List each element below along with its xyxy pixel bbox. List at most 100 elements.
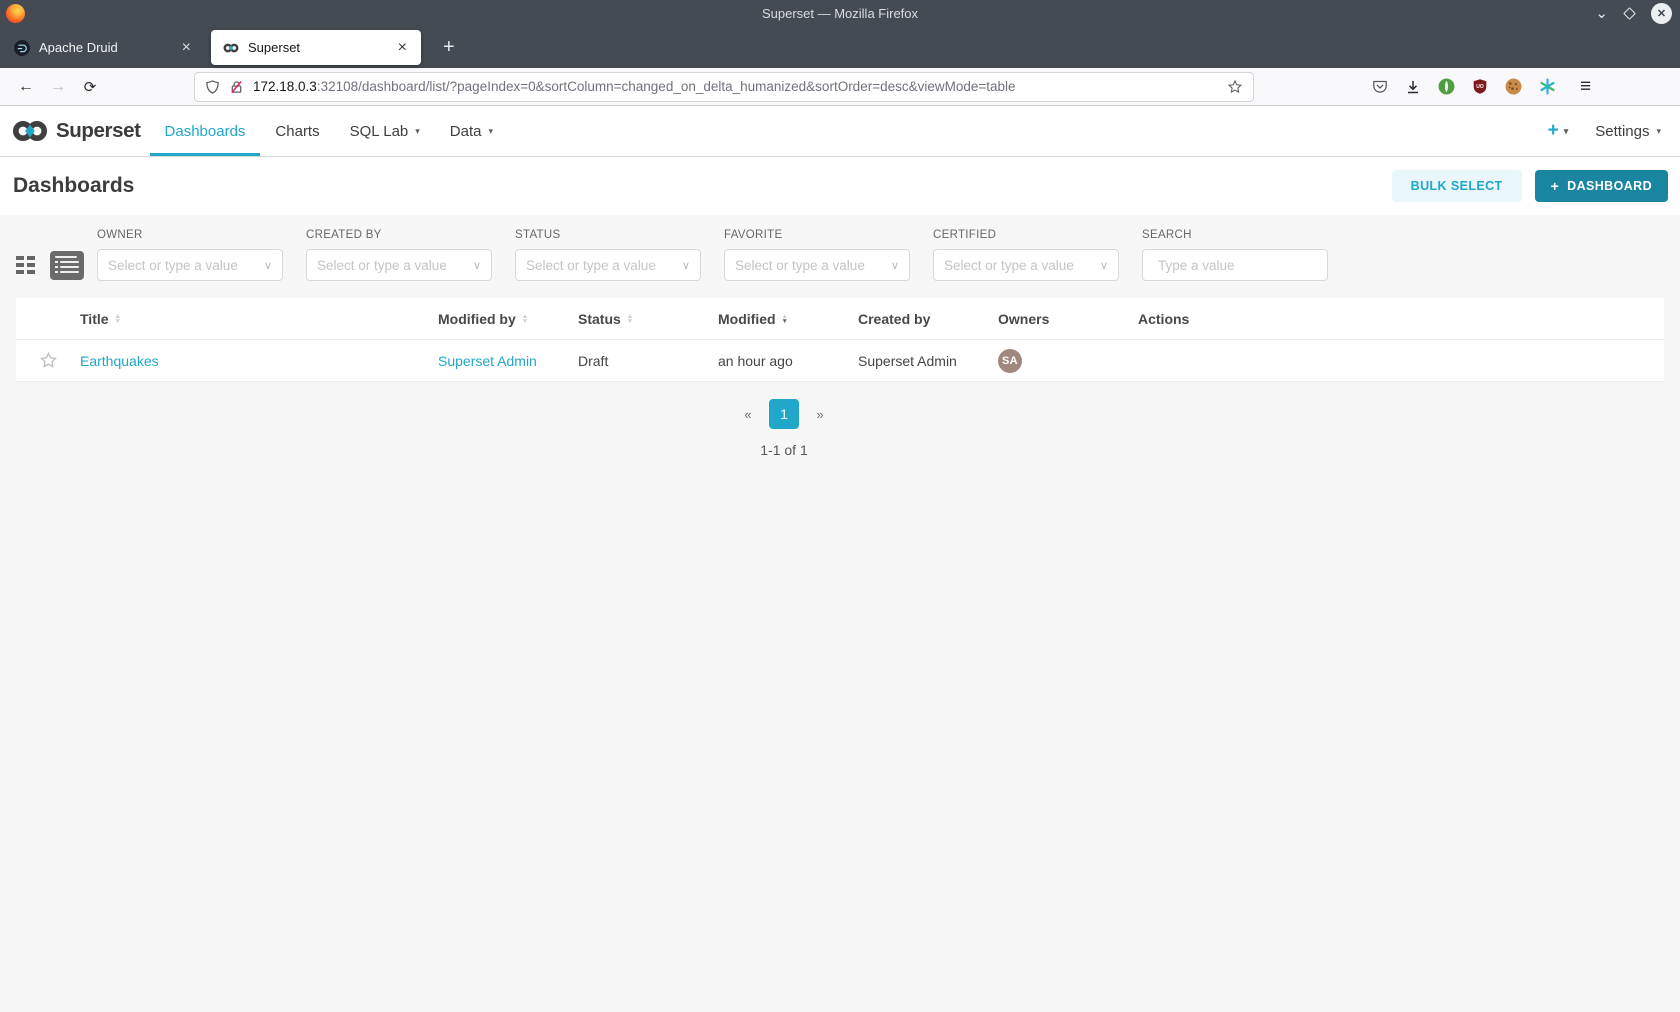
owner-select[interactable]: Select or type a value ∨: [97, 249, 283, 281]
snowflake-extension-icon[interactable]: [1539, 78, 1556, 95]
owners-cell: SA: [998, 348, 1138, 373]
card-view-icon[interactable]: [16, 255, 35, 275]
select-placeholder: Select or type a value: [735, 257, 865, 273]
bookmark-star-icon[interactable]: [1227, 79, 1243, 95]
page-title: Dashboards: [13, 174, 135, 197]
reload-button[interactable]: ⟳: [74, 78, 106, 96]
modified-by-link[interactable]: Superset Admin: [438, 353, 537, 369]
sort-icons: ▲ ▼: [781, 312, 788, 325]
chevron-down-icon: ∨: [1099, 259, 1108, 272]
brand-name: Superset: [56, 119, 141, 142]
certified-select[interactable]: Select or type a value ∨: [933, 249, 1119, 281]
select-placeholder: Select or type a value: [108, 257, 238, 273]
minimize-icon[interactable]: ⌄: [1595, 6, 1608, 21]
search-box: [1142, 249, 1335, 281]
table-header-row: Title ▲ ▼ Modified by ▲ ▼ Status ▲ ▼ Modifi…: [16, 298, 1664, 340]
plus-icon: +: [1547, 120, 1559, 141]
favorite-cell: [16, 351, 80, 370]
nav-item-dashboards[interactable]: Dashboards: [150, 106, 261, 156]
column-header-modified[interactable]: Modified ▲ ▼: [718, 311, 858, 327]
filter-favorite: FAVORITE Select or type a value ∨: [724, 229, 910, 281]
settings-menu[interactable]: Settings ▾: [1595, 123, 1661, 140]
ublock-shield-icon[interactable]: UO: [1472, 78, 1488, 95]
previous-page-button[interactable]: «: [734, 399, 762, 429]
chevron-down-icon: ∨: [890, 259, 899, 272]
tab-close-icon[interactable]: ×: [392, 39, 413, 57]
superset-navbar: Superset Dashboards Charts SQL Lab ▾ Dat…: [0, 106, 1680, 157]
chevron-down-icon: ∨: [263, 259, 272, 272]
nav-item-sql-lab[interactable]: SQL Lab ▾: [335, 106, 435, 156]
menu-hamburger-icon[interactable]: ≡: [1572, 76, 1599, 98]
window-title: Superset — Mozilla Firefox: [761, 6, 919, 21]
search-input[interactable]: [1158, 257, 1335, 273]
favorite-select[interactable]: Select or type a value ∨: [724, 249, 910, 281]
bulk-select-button[interactable]: BULK SELECT: [1391, 170, 1522, 202]
modified-cell: an hour ago: [718, 352, 793, 369]
view-mode-toggles: [16, 229, 97, 281]
created-by-cell: Superset Admin: [858, 352, 957, 369]
page-1-button[interactable]: 1: [769, 399, 799, 429]
superset-brand[interactable]: Superset: [12, 119, 141, 143]
pocket-icon[interactable]: [1372, 79, 1388, 95]
tab-close-icon[interactable]: ×: [176, 39, 197, 57]
next-page-button[interactable]: »: [806, 399, 834, 429]
nav-item-charts[interactable]: Charts: [260, 106, 334, 156]
extension-green-icon[interactable]: [1438, 78, 1455, 95]
status-select[interactable]: Select or type a value ∨: [515, 249, 701, 281]
window-titlebar: Superset — Mozilla Firefox ⌄ ✕: [0, 0, 1680, 27]
caret-down-icon: ▾: [1563, 125, 1569, 136]
back-button[interactable]: ←: [10, 78, 42, 96]
maximize-icon[interactable]: [1623, 7, 1636, 20]
sort-icons: ▲ ▼: [626, 312, 634, 325]
nav-item-label: SQL Lab: [349, 122, 409, 140]
new-dashboard-button[interactable]: + DASHBOARD: [1534, 170, 1668, 202]
select-placeholder: Select or type a value: [317, 257, 447, 273]
download-icon[interactable]: [1405, 79, 1421, 95]
status-cell: Draft: [578, 352, 609, 369]
created-by-select[interactable]: Select or type a value ∨: [306, 249, 492, 281]
modified-by-cell: Superset Admin: [438, 353, 578, 369]
nav-item-data[interactable]: Data ▾: [435, 106, 508, 156]
subheader-actions: BULK SELECT + DASHBOARD: [1391, 170, 1668, 202]
filter-label: CERTIFIED: [933, 229, 997, 241]
new-tab-button[interactable]: +: [435, 36, 463, 59]
cookie-icon[interactable]: [1505, 78, 1522, 95]
select-placeholder: Select or type a value: [526, 257, 656, 273]
filter-label: OWNER: [97, 229, 143, 241]
tab-apache-druid[interactable]: Apache Druid ×: [0, 27, 205, 68]
column-label: Owners: [998, 310, 1050, 327]
nav-item-label: Dashboards: [164, 122, 246, 140]
filter-label: CREATED BY: [306, 229, 382, 241]
column-header-modified-by[interactable]: Modified by ▲ ▼: [438, 311, 578, 327]
column-header-owners: Owners: [998, 311, 1138, 327]
bulk-select-label: BULK SELECT: [1410, 179, 1503, 193]
filter-certified: CERTIFIED Select or type a value ∨: [933, 229, 1119, 281]
tab-label: Superset: [248, 40, 301, 55]
caret-down-icon: ▾: [415, 125, 420, 136]
dashboard-title-link[interactable]: Earthquakes: [80, 353, 159, 369]
nav-item-label: Data: [449, 122, 482, 140]
favorite-star-icon[interactable]: [39, 351, 58, 370]
url-bar[interactable]: 172.18.0.3:32108/dashboard/list/?pageInd…: [194, 71, 1254, 102]
url-text: 172.18.0.3:32108/dashboard/list/?pageInd…: [253, 79, 1016, 94]
list-view-icon[interactable]: [49, 250, 84, 280]
chevron-down-icon: ∨: [681, 259, 690, 272]
navbar-right: + ▾ Settings ▾: [1548, 120, 1680, 142]
column-header-title[interactable]: Title ▲ ▼: [80, 311, 438, 327]
new-dashboard-label: DASHBOARD: [1567, 179, 1652, 193]
tab-superset[interactable]: Superset ×: [211, 30, 421, 65]
owner-avatar: SA: [998, 348, 1022, 373]
filter-status: STATUS Select or type a value ∨: [515, 229, 701, 281]
forward-button[interactable]: →: [42, 78, 74, 96]
superset-logo-icon: [13, 121, 47, 141]
firefox-logo-icon: [6, 4, 25, 23]
close-icon[interactable]: ✕: [1651, 3, 1672, 24]
window-controls: ⌄ ✕: [1595, 0, 1672, 27]
page-subheader: Dashboards BULK SELECT + DASHBOARD: [0, 157, 1680, 215]
column-header-status[interactable]: Status ▲ ▼: [578, 311, 718, 327]
shield-icon[interactable]: [205, 79, 220, 95]
dashboard-title-cell: Earthquakes: [80, 353, 438, 369]
column-label: Modified: [718, 310, 776, 327]
new-item-menu[interactable]: + ▾: [1548, 120, 1569, 142]
insecure-lock-icon[interactable]: [229, 79, 244, 95]
